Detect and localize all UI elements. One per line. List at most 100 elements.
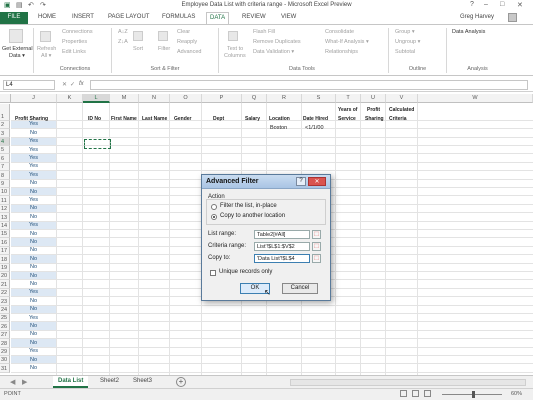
refresh-all-button[interactable]: Refresh <box>37 46 56 52</box>
column-header[interactable]: V <box>386 94 418 103</box>
subtotal-button[interactable]: Subtotal <box>395 49 415 55</box>
filter-button[interactable]: Filter <box>158 46 170 52</box>
avatar[interactable] <box>508 13 517 22</box>
row-header[interactable]: 9 <box>0 179 10 188</box>
criteria-location[interactable]: Boston <box>270 125 287 131</box>
profit-sharing-cell[interactable]: Yes <box>11 289 56 295</box>
normal-view-icon[interactable] <box>400 390 407 397</box>
ungroup-button[interactable]: Ungroup ▾ <box>395 39 420 45</box>
sheet-tab-sheet2[interactable]: Sheet2 <box>95 376 124 388</box>
what-if-button[interactable]: What-If Analysis ▾ <box>325 39 369 45</box>
sort-za-icon[interactable]: Z↓A <box>118 39 128 45</box>
list-range-input[interactable]: Table2[#All] <box>254 230 310 239</box>
profit-sharing-cell[interactable]: No <box>11 247 56 253</box>
profit-sharing-cell[interactable]: No <box>11 214 56 220</box>
profit-sharing-cell[interactable]: Yes <box>11 155 56 161</box>
tab-home[interactable]: HOME <box>38 14 56 20</box>
page-layout-view-icon[interactable] <box>412 390 419 397</box>
profit-sharing-cell[interactable]: Yes <box>11 197 56 203</box>
profit-sharing-cell[interactable]: No <box>11 180 56 186</box>
list-range-collapse-icon[interactable]: ⬚ <box>312 230 321 239</box>
zoom-slider-handle[interactable] <box>472 391 475 398</box>
row-header[interactable]: 8 <box>0 171 10 180</box>
column-header[interactable]: Q <box>242 94 267 103</box>
row-header[interactable]: 10 <box>0 188 10 197</box>
column-header[interactable]: T <box>336 94 361 103</box>
profit-sharing-cell[interactable]: No <box>11 205 56 211</box>
criteria-range-collapse-icon[interactable]: ⬚ <box>312 242 321 251</box>
profit-sharing-cell[interactable]: No <box>11 273 56 279</box>
fx-icon[interactable]: fx <box>79 81 84 87</box>
row-header[interactable]: 19 <box>0 263 10 272</box>
unique-records-checkbox[interactable] <box>210 270 216 276</box>
relationships-button[interactable]: Relationships <box>325 49 358 55</box>
column-header[interactable]: P <box>202 94 242 103</box>
connections-button[interactable]: Connections <box>62 29 93 35</box>
criteria-date-hired[interactable]: <1/1/00 <box>305 125 324 131</box>
sort-az-icon[interactable]: A↓Z <box>118 29 128 35</box>
select-all-corner[interactable] <box>0 94 11 103</box>
profit-sharing-cell[interactable]: Yes <box>11 147 56 153</box>
text-to-columns-button[interactable]: Text to <box>227 46 243 52</box>
minimize-button[interactable]: – <box>484 1 488 8</box>
option-copy-label[interactable]: Copy to another location <box>220 213 285 219</box>
profit-sharing-cell[interactable]: Yes <box>11 138 56 144</box>
maximize-button[interactable]: □ <box>500 1 504 8</box>
advanced-button[interactable]: Advanced <box>177 49 201 55</box>
add-sheet-icon[interactable]: + <box>176 377 186 387</box>
data-analysis-button[interactable]: Data Analysis <box>452 29 485 35</box>
clear-button[interactable]: Clear <box>177 29 190 35</box>
profit-sharing-cell[interactable]: Yes <box>11 348 56 354</box>
profit-sharing-cell[interactable]: No <box>11 357 56 363</box>
profit-sharing-cell[interactable]: Yes <box>11 315 56 321</box>
dialog-close-button[interactable]: ✕ <box>308 177 326 186</box>
row-header[interactable]: 2 <box>0 120 10 130</box>
remove-duplicates-button[interactable]: Remove Duplicates <box>253 39 301 45</box>
profit-sharing-cell[interactable]: No <box>11 231 56 237</box>
horizontal-scrollbar[interactable] <box>290 379 526 386</box>
row-header[interactable]: 24 <box>0 305 10 314</box>
row-header[interactable]: 28 <box>0 339 10 348</box>
row-header[interactable]: 7 <box>0 162 10 172</box>
tab-view[interactable]: VIEW <box>281 14 296 20</box>
selected-cell-l4[interactable] <box>84 139 111 149</box>
column-header[interactable]: K <box>57 94 83 103</box>
edit-links-button[interactable]: Edit Links <box>62 49 86 55</box>
radio-copy-to-location[interactable] <box>211 214 217 220</box>
column-header[interactable]: N <box>139 94 170 103</box>
row-header[interactable]: 14 <box>0 221 10 230</box>
tab-file[interactable]: FILE <box>0 12 28 24</box>
row-header[interactable]: 17 <box>0 246 10 256</box>
profit-sharing-cell[interactable]: No <box>11 264 56 270</box>
profit-sharing-cell[interactable]: No <box>11 365 56 371</box>
unique-records-label[interactable]: Unique records only <box>219 269 272 275</box>
row-header[interactable]: 20 <box>0 272 10 281</box>
column-header[interactable]: S <box>302 94 336 103</box>
profit-sharing-cell[interactable]: No <box>11 189 56 195</box>
copy-to-input[interactable]: 'Data List'!$L$4 <box>254 254 310 263</box>
row-header[interactable]: 11 <box>0 196 10 205</box>
row-header[interactable]: 12 <box>0 204 10 214</box>
profit-sharing-cell[interactable]: Yes <box>11 163 56 169</box>
option-filter-label[interactable]: Filter the list, in-place <box>220 203 277 209</box>
row-header[interactable]: 31 <box>0 364 10 373</box>
sort-button[interactable]: Sort <box>133 46 143 52</box>
row-header[interactable]: 1 <box>0 104 10 121</box>
copy-to-collapse-icon[interactable]: ⬚ <box>312 254 321 263</box>
column-header[interactable]: J <box>11 94 57 103</box>
row-header[interactable]: 22 <box>0 288 10 298</box>
profit-sharing-cell[interactable]: No <box>11 331 56 337</box>
row-header[interactable]: 23 <box>0 297 10 306</box>
column-header[interactable]: O <box>170 94 202 103</box>
group-button[interactable]: Group ▾ <box>395 29 415 35</box>
page-break-view-icon[interactable] <box>424 390 431 397</box>
profit-sharing-cell[interactable]: No <box>11 281 56 287</box>
row-header[interactable]: 27 <box>0 330 10 340</box>
profit-sharing-cell[interactable]: Yes <box>11 172 56 178</box>
close-button[interactable]: ✕ <box>517 1 523 9</box>
sheet-tab-data-list[interactable]: Data List <box>53 376 89 388</box>
radio-filter-in-place[interactable] <box>211 204 217 210</box>
tab-insert[interactable]: INSERT <box>72 14 94 20</box>
dialog-help-button[interactable]: ? <box>296 177 306 186</box>
flash-fill-button[interactable]: Flash Fill <box>253 29 275 35</box>
